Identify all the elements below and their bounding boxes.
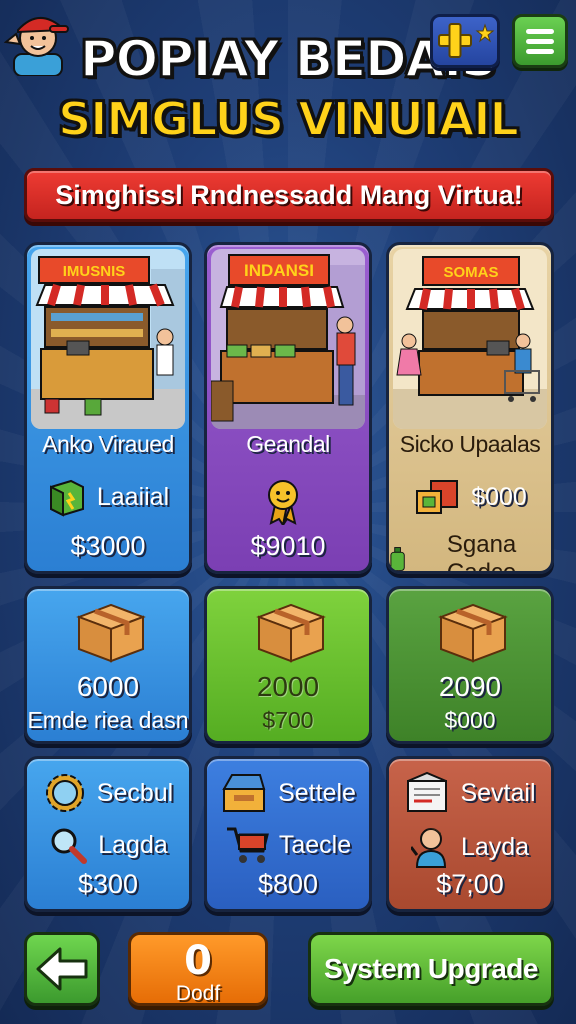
cube-stack-icon — [416, 480, 459, 514]
bottle-icon — [390, 547, 405, 571]
upgrade-row-1: Settele — [207, 771, 369, 815]
add-currency-button[interactable] — [430, 14, 500, 68]
supply-caption: $000 — [444, 707, 496, 733]
store-stat-row: Laaiial — [27, 477, 189, 517]
upgrade-card-2[interactable]: Settele Taecle $800 — [204, 756, 372, 912]
store-stat-label: Laaiial — [96, 482, 170, 511]
supply-card-3[interactable]: 2090 $000 — [386, 586, 554, 744]
document-box-icon — [407, 771, 448, 812]
upgrade-label: Sevtail — [460, 778, 536, 807]
arrow-left-icon — [36, 947, 88, 991]
upgrade-label: Settele — [278, 778, 356, 807]
store-stat-row — [207, 477, 369, 525]
menu-button[interactable] — [512, 14, 568, 68]
store-price: $3000 — [70, 531, 146, 561]
supply-quantity: 2000 — [256, 671, 320, 702]
upgrade-label: Secbul — [96, 778, 174, 807]
cardboard-box-icon — [256, 603, 326, 663]
magnifier-icon — [51, 828, 88, 864]
supply-card-2[interactable]: 2000 $700 — [204, 586, 372, 744]
upgrade-row-2: Lagda — [27, 825, 189, 865]
upgrade-price: $300 — [77, 869, 139, 899]
store-card-3[interactable]: SOMAS Sicko Upaalas $000 Sgana Cadce — [386, 242, 554, 574]
upgrade-row-1: Sevtail — [389, 771, 551, 815]
store-price-row: Sgana Cadce — [389, 531, 551, 574]
store-name: Sicko Upaalas — [399, 431, 541, 457]
upgrade-label: Layda — [460, 832, 530, 861]
upgrade-row-2: Taecle — [207, 825, 369, 865]
supply-quantity: 6000 — [76, 671, 140, 702]
upgrade-card-3[interactable]: Sevtail Layda $7;00 — [386, 756, 554, 912]
green-cube-icon — [49, 479, 84, 517]
store-stat-row: $000 — [389, 477, 551, 517]
store-card-1[interactable]: IMUSNIS Anko Viraued Laaiial $3000 — [24, 242, 192, 574]
game-title-line-2: SIMGLUS VINUIAIL — [57, 91, 520, 147]
upgrade-row-2: Layda — [389, 825, 551, 869]
store-scene-image: INDANSI — [211, 249, 365, 429]
cardboard-box-icon — [438, 603, 508, 663]
upgrade-label: Taecle — [278, 830, 352, 859]
store-sign-text: SOMAS — [443, 264, 498, 281]
upgrade-card-1[interactable]: Secbul Lagda $300 — [24, 756, 192, 912]
info-banner: Simghiѕsl Rndnessadd Mang Virtua! — [24, 168, 554, 222]
store-scene-image: SOMAS — [393, 249, 547, 429]
shopping-cart-icon — [226, 827, 269, 863]
supply-caption: $700 — [262, 707, 314, 733]
counter-value: 0 — [184, 938, 212, 984]
gold-medal-icon — [268, 480, 298, 525]
plus-star-icon — [438, 23, 495, 58]
store-sign-text: INDANSI — [244, 261, 314, 280]
cardboard-box-icon — [76, 603, 146, 663]
store-sign-text: IMUSNIS — [63, 263, 126, 280]
back-button[interactable] — [24, 932, 100, 1006]
upgrade-price: $7;00 — [436, 869, 504, 899]
supply-caption: Emde riea dasn — [27, 707, 189, 733]
store-price: $9010 — [250, 531, 326, 561]
counter-button[interactable]: 0 Dodf — [128, 932, 268, 1006]
upgrade-row-1: Secbul — [27, 771, 189, 815]
upgrade-label: Lagda — [98, 830, 168, 859]
upgrade-price: $800 — [257, 869, 319, 899]
gear-icon — [45, 774, 84, 812]
supply-card-1[interactable]: 6000 Emde riea dasn — [24, 586, 192, 744]
person-icon — [410, 828, 446, 868]
system-upgrade-button[interactable]: System Upgrade — [308, 932, 554, 1006]
store-name: Anko Viraued — [42, 431, 174, 457]
hamburger-menu-icon — [526, 28, 554, 54]
store-card-2[interactable]: INDANSI Geandal $9010 — [204, 242, 372, 574]
supply-quantity: 2090 — [438, 671, 502, 702]
store-stat-label: $000 — [471, 482, 527, 511]
open-crate-icon — [222, 774, 266, 812]
store-price: Sgana Cadce — [446, 531, 517, 574]
store-scene-image: IMUSNIS — [31, 249, 185, 429]
store-name: Geandal — [246, 431, 330, 457]
counter-label: Dodf — [175, 982, 221, 1005]
